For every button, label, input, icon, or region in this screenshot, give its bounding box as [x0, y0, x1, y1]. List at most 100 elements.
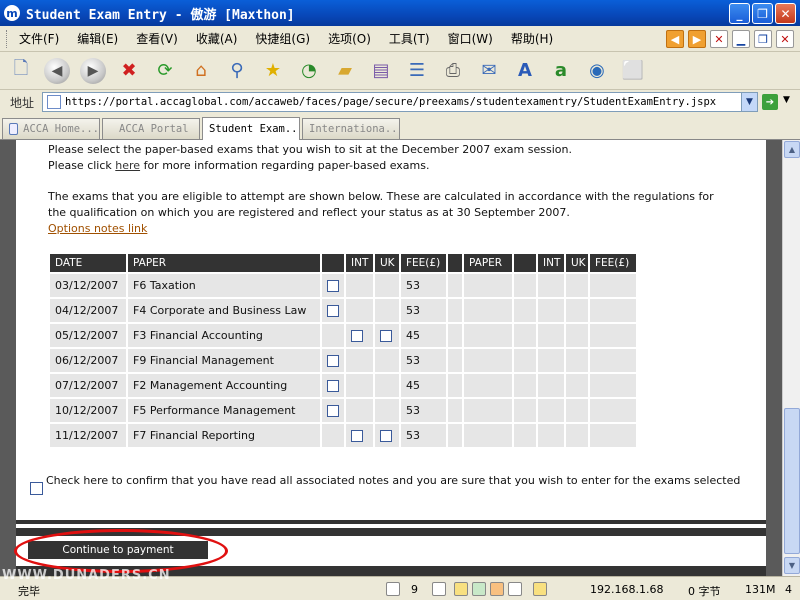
notes-icon[interactable]: ▤ [368, 58, 394, 84]
close-button[interactable]: ✕ [775, 3, 796, 24]
status-text: 完毕 [18, 585, 40, 598]
mail-icon[interactable]: ✉ [476, 58, 502, 84]
menu-options[interactable]: 选项(O) [319, 30, 380, 47]
header-fee: FEE(£) [401, 254, 446, 272]
highlight-ellipse [14, 529, 228, 573]
menu-help[interactable]: 帮助(H) [502, 30, 562, 47]
spacer-cell [448, 299, 462, 322]
tab-international[interactable]: Internationa... [302, 118, 400, 139]
main-toolbar: 🗋 ◀ ▶ ✖ ⟳ ⌂ ⚲ ★ ◔ ▰ ▤ ☰ ⎙ ✉ A a ◉ ⬜ [0, 52, 800, 90]
menu-edit[interactable]: 编辑(E) [68, 30, 127, 47]
paper-2-cell [464, 349, 512, 372]
tab-label: ACCA Portal [119, 123, 189, 135]
recycle-icon[interactable] [386, 582, 400, 596]
scroll-down-icon[interactable]: ▼ [784, 557, 800, 574]
menu-file[interactable]: 文件(F) [10, 30, 68, 47]
date-cell: 07/12/2007 [50, 374, 126, 397]
download-icon[interactable] [508, 582, 522, 596]
url-text[interactable]: https://portal.accaglobal.com/accaweb/fa… [65, 96, 716, 108]
font-size-icon[interactable]: A [512, 58, 538, 84]
vertical-scrollbar[interactable]: ▲ ▼ [782, 140, 800, 576]
translate-icon[interactable]: a [548, 58, 574, 84]
select-2-cell [514, 324, 536, 347]
fee-cell: 53 [401, 299, 446, 322]
ad-filter-icon[interactable] [472, 582, 486, 596]
int-2-cell [538, 424, 564, 447]
header-int: INT [346, 254, 373, 272]
lock-icon [533, 582, 547, 596]
folder-icon[interactable]: ▰ [332, 58, 358, 84]
restore-button[interactable]: ❐ [752, 3, 773, 24]
uk-cell [375, 349, 399, 372]
select-2-cell [514, 274, 536, 297]
tab-minimize-icon[interactable]: ▁ [732, 30, 750, 48]
tab-close-icon[interactable]: ✕ [776, 30, 794, 48]
url-input[interactable]: https://portal.accaglobal.com/accaweb/fa… [42, 92, 758, 112]
tab-bar: ACCA Home... ACCA Portal Student Exam...… [0, 114, 800, 140]
uk-cell [375, 274, 399, 297]
exam-select-checkbox[interactable] [327, 379, 339, 392]
int-checkbox[interactable] [351, 429, 363, 442]
exam-select-checkbox[interactable] [327, 354, 339, 367]
int-cell [346, 274, 373, 297]
tab-acca-home[interactable]: ACCA Home... [2, 118, 100, 139]
confirm-checkbox[interactable] [30, 482, 43, 495]
fee-2-cell [590, 274, 636, 297]
address-label: 地址 [10, 95, 35, 110]
menu-window[interactable]: 窗口(W) [439, 30, 502, 47]
sidebar-icon[interactable]: ☰ [404, 58, 430, 84]
header-select-2 [514, 254, 536, 272]
menu-view[interactable]: 查看(V) [127, 30, 187, 47]
go-arrow-icon[interactable]: ➔ [762, 94, 778, 110]
spacer-cell [448, 399, 462, 422]
next-tab-icon[interactable]: ▶ [688, 30, 706, 48]
tab-restore-icon[interactable]: ❐ [754, 30, 772, 48]
favorites-star-icon[interactable]: ★ [260, 58, 286, 84]
globe-icon[interactable]: ◉ [584, 58, 610, 84]
history-icon[interactable]: ◔ [296, 58, 322, 84]
menu-tools[interactable]: 工具(T) [380, 30, 439, 47]
options-notes-link[interactable]: Options notes link [48, 222, 147, 235]
flower-icon[interactable] [490, 582, 504, 596]
exam-select-checkbox[interactable] [327, 304, 339, 317]
new-page-icon[interactable]: 🗋 [8, 58, 34, 84]
chevron-down-icon[interactable]: ▼ [741, 93, 757, 111]
fee-2-cell [590, 299, 636, 322]
int-checkbox[interactable] [351, 329, 363, 342]
stop-icon[interactable]: ✖ [116, 58, 142, 84]
exam-select-checkbox[interactable] [327, 279, 339, 292]
uk-cell [375, 399, 399, 422]
prev-tab-icon[interactable]: ◀ [666, 30, 684, 48]
uk-checkbox[interactable] [380, 329, 392, 342]
fullscreen-icon[interactable]: ⬜ [620, 58, 646, 84]
fee-2-cell [590, 324, 636, 347]
popup-block-icon[interactable] [454, 582, 468, 596]
tab-student-exam[interactable]: Student Exam... [202, 117, 300, 140]
here-link[interactable]: here [115, 159, 140, 172]
minimize-button[interactable]: _ [729, 3, 750, 24]
forward-icon[interactable]: ▶ [80, 57, 106, 84]
paper-2-cell [464, 324, 512, 347]
exam-select-checkbox[interactable] [327, 404, 339, 417]
menu-groups[interactable]: 快捷组(G) [246, 30, 319, 47]
paper-cell: F7 Financial Reporting [128, 424, 320, 447]
tab-acca-portal[interactable]: ACCA Portal [102, 118, 200, 139]
menu-favorites[interactable]: 收藏(A) [187, 30, 247, 47]
window-title: Student Exam Entry - 傲游 [Maxthon] [26, 7, 295, 23]
page-viewport: Please select the paper-based exams that… [0, 140, 782, 576]
scroll-thumb[interactable] [784, 408, 800, 554]
spacer-cell [448, 274, 462, 297]
search-icon[interactable]: ⚲ [224, 58, 250, 84]
more-arrow-icon[interactable]: ▼ [783, 95, 790, 105]
refresh-icon[interactable]: ⟳ [152, 58, 178, 84]
home-icon[interactable]: ⌂ [188, 58, 214, 84]
close-tab-icon[interactable]: ✕ [710, 30, 728, 48]
print-icon[interactable]: ⎙ [440, 58, 466, 84]
network-icon[interactable] [432, 582, 446, 596]
back-icon[interactable]: ◀ [44, 57, 70, 84]
uk-2-cell [566, 424, 588, 447]
uk-checkbox[interactable] [380, 429, 392, 442]
date-cell: 03/12/2007 [50, 274, 126, 297]
scroll-up-icon[interactable]: ▲ [784, 141, 800, 158]
fee-cell: 45 [401, 324, 446, 347]
